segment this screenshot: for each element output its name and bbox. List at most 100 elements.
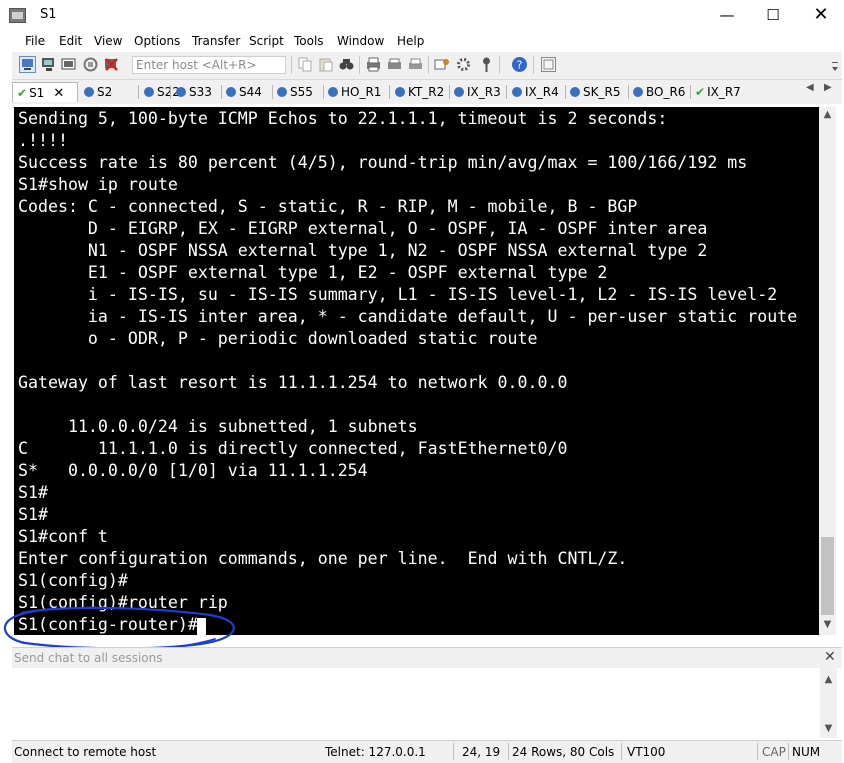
tab-ix-r7[interactable]: ✔ IX_R7 <box>695 82 741 102</box>
status-connection: Telnet: 127.0.0.1 <box>325 745 426 759</box>
chat-window[interactable] <box>12 668 820 738</box>
scroll-up-icon[interactable]: ▲ <box>820 674 837 685</box>
scroll-down-icon[interactable]: ▼ <box>820 723 837 734</box>
status-cursor-position: 24, 19 <box>462 745 501 759</box>
tab-close-icon[interactable]: ✕ <box>53 86 64 101</box>
tab-label: IX_R7 <box>707 85 741 99</box>
menu-help[interactable]: Help <box>397 34 424 48</box>
toolbar-separator <box>533 56 534 74</box>
window-title: S1 <box>40 7 57 22</box>
menu-view[interactable]: View <box>94 34 122 48</box>
print-selection-icon[interactable] <box>386 56 403 73</box>
connect-in-tab-icon[interactable] <box>61 56 78 73</box>
svg-text:?: ? <box>517 59 523 72</box>
chat-scrollbar[interactable]: ▲ ▼ <box>820 668 837 738</box>
toolbar-separator <box>291 56 292 74</box>
tab-label: SK_R5 <box>583 85 621 99</box>
tab-separator <box>221 85 222 99</box>
disconnect-icon[interactable] <box>103 56 120 73</box>
menu-options[interactable]: Options <box>134 34 180 48</box>
chat-input[interactable] <box>14 649 804 666</box>
connected-check-icon: ✔ <box>695 85 706 99</box>
quick-connect-icon[interactable] <box>40 56 57 73</box>
chat-bar: ✕ <box>12 647 842 668</box>
tab-s55[interactable]: S55 <box>277 82 313 102</box>
tab-label: IX_R4 <box>525 85 559 99</box>
minimize-button[interactable]: — <box>704 0 750 30</box>
tab-s1[interactable]: ✔ S1 ✕ <box>12 82 78 102</box>
session-tab-bar: ✔ S1 ✕ S2 S22 S33 S44 S55 HO_R1 KT_R2 IX_R… <box>12 80 842 104</box>
connected-check-icon: ✔ <box>17 86 28 100</box>
scrollbar-thumb[interactable] <box>821 537 834 615</box>
copy-icon[interactable] <box>297 56 314 73</box>
tab-s2[interactable]: S2 <box>84 82 112 102</box>
status-bar: Connect to remote host Telnet: 127.0.0.1… <box>12 740 842 763</box>
tab-s22[interactable]: S22 <box>144 82 180 102</box>
tab-label: S55 <box>290 85 313 99</box>
status-message: Connect to remote host <box>14 745 157 759</box>
terminal-scrollbar[interactable]: ▲ ▼ <box>819 107 836 635</box>
tab-scroll-right-icon[interactable]: ▶ <box>824 82 832 93</box>
tab-separator <box>389 85 390 99</box>
tab-separator <box>506 85 507 99</box>
tab-sk-r5[interactable]: SK_R5 <box>570 82 620 102</box>
tab-separator <box>449 85 450 99</box>
terminal-view[interactable]: Sending 5, 100-byte ICMP Echos to 22.1.1… <box>14 107 819 635</box>
tab-label: HO_R1 <box>341 85 382 99</box>
print-icon[interactable] <box>365 56 382 73</box>
help-icon[interactable]: ? <box>511 56 528 73</box>
paste-icon[interactable] <box>318 56 335 73</box>
tab-label: IX_R3 <box>467 85 501 99</box>
menu-script[interactable]: Script <box>249 34 284 48</box>
session-status-icon <box>395 87 405 97</box>
menu-transfer[interactable]: Transfer <box>192 34 240 48</box>
global-options-icon[interactable] <box>455 56 472 73</box>
chat-close-icon[interactable]: ✕ <box>824 649 836 665</box>
tab-ix-r3[interactable]: IX_R3 <box>454 82 501 102</box>
tab-label: S33 <box>189 85 212 99</box>
toolbar-separator <box>428 56 429 74</box>
status-separator <box>757 743 758 760</box>
session-status-icon <box>277 87 287 97</box>
menu-bar: File Edit View Options Transfer Script T… <box>12 32 842 52</box>
session-status-icon <box>176 87 186 97</box>
session-status-icon <box>633 87 643 97</box>
tab-separator <box>565 85 566 99</box>
close-button[interactable]: ✕ <box>798 0 844 30</box>
session-status-icon <box>512 87 522 97</box>
toolbar-overflow-icon[interactable] <box>831 62 839 74</box>
status-separator <box>453 743 454 760</box>
tab-scroll-left-icon[interactable]: ◀ <box>806 82 814 93</box>
tab-separator <box>628 85 629 99</box>
find-icon[interactable] <box>338 56 355 73</box>
menu-edit[interactable]: Edit <box>59 34 82 48</box>
key-manager-icon[interactable] <box>478 56 495 73</box>
tab-bo-r6[interactable]: BO_R6 <box>633 82 685 102</box>
menu-window[interactable]: Window <box>337 34 384 48</box>
toolbar: ? <box>12 52 842 80</box>
connect-icon[interactable] <box>19 56 36 73</box>
status-caps-lock: CAP <box>762 745 786 759</box>
menu-file[interactable]: File <box>25 34 45 48</box>
session-options-icon[interactable] <box>434 56 451 73</box>
tab-s33[interactable]: S33 <box>176 82 212 102</box>
printer-setup-icon[interactable] <box>407 56 424 73</box>
tab-separator <box>170 85 171 99</box>
screenshot-icon[interactable] <box>540 56 557 73</box>
session-status-icon <box>226 87 236 97</box>
maximize-button[interactable]: ☐ <box>750 0 796 30</box>
tab-ho-r1[interactable]: HO_R1 <box>328 82 381 102</box>
reconnect-icon[interactable] <box>82 56 99 73</box>
tab-ix-r4[interactable]: IX_R4 <box>512 82 559 102</box>
tab-s44[interactable]: S44 <box>226 82 262 102</box>
terminal-output: Sending 5, 100-byte ICMP Echos to 22.1.1… <box>18 109 798 634</box>
menu-tools[interactable]: Tools <box>294 34 324 48</box>
tab-separator <box>138 85 139 99</box>
host-input[interactable] <box>132 56 286 74</box>
tab-label: S2 <box>97 85 113 99</box>
status-emulation: VT100 <box>627 745 666 759</box>
scroll-up-icon[interactable]: ▲ <box>819 109 836 120</box>
tab-kt-r2[interactable]: KT_R2 <box>395 82 444 102</box>
scroll-down-icon[interactable]: ▼ <box>819 619 836 630</box>
tab-label: S1 <box>29 86 45 100</box>
